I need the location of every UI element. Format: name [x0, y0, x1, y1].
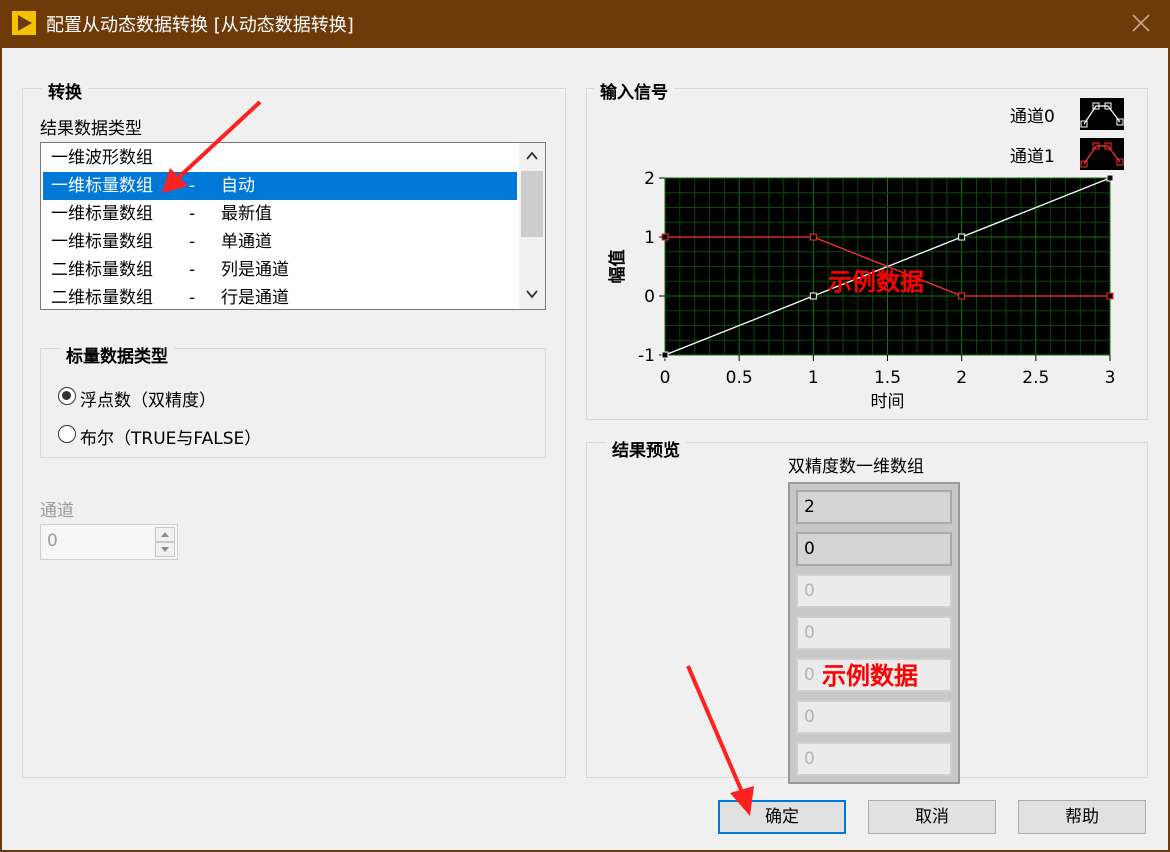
close-icon[interactable] — [1130, 12, 1152, 34]
window-title: 配置从动态数据转换 [从动态数据转换] — [46, 15, 354, 36]
dialog-client: 转换 结果数据类型 一维波形数组 一维标量数组 - 自动 一维标量数组 - 最新值 一维标量数… — [2, 48, 1168, 850]
title-bar: 配置从动态数据转换 [从动态数据转换] — [0, 0, 1170, 48]
labview-app-icon — [12, 11, 36, 35]
annotation-arrow-list — [162, 100, 754, 816]
